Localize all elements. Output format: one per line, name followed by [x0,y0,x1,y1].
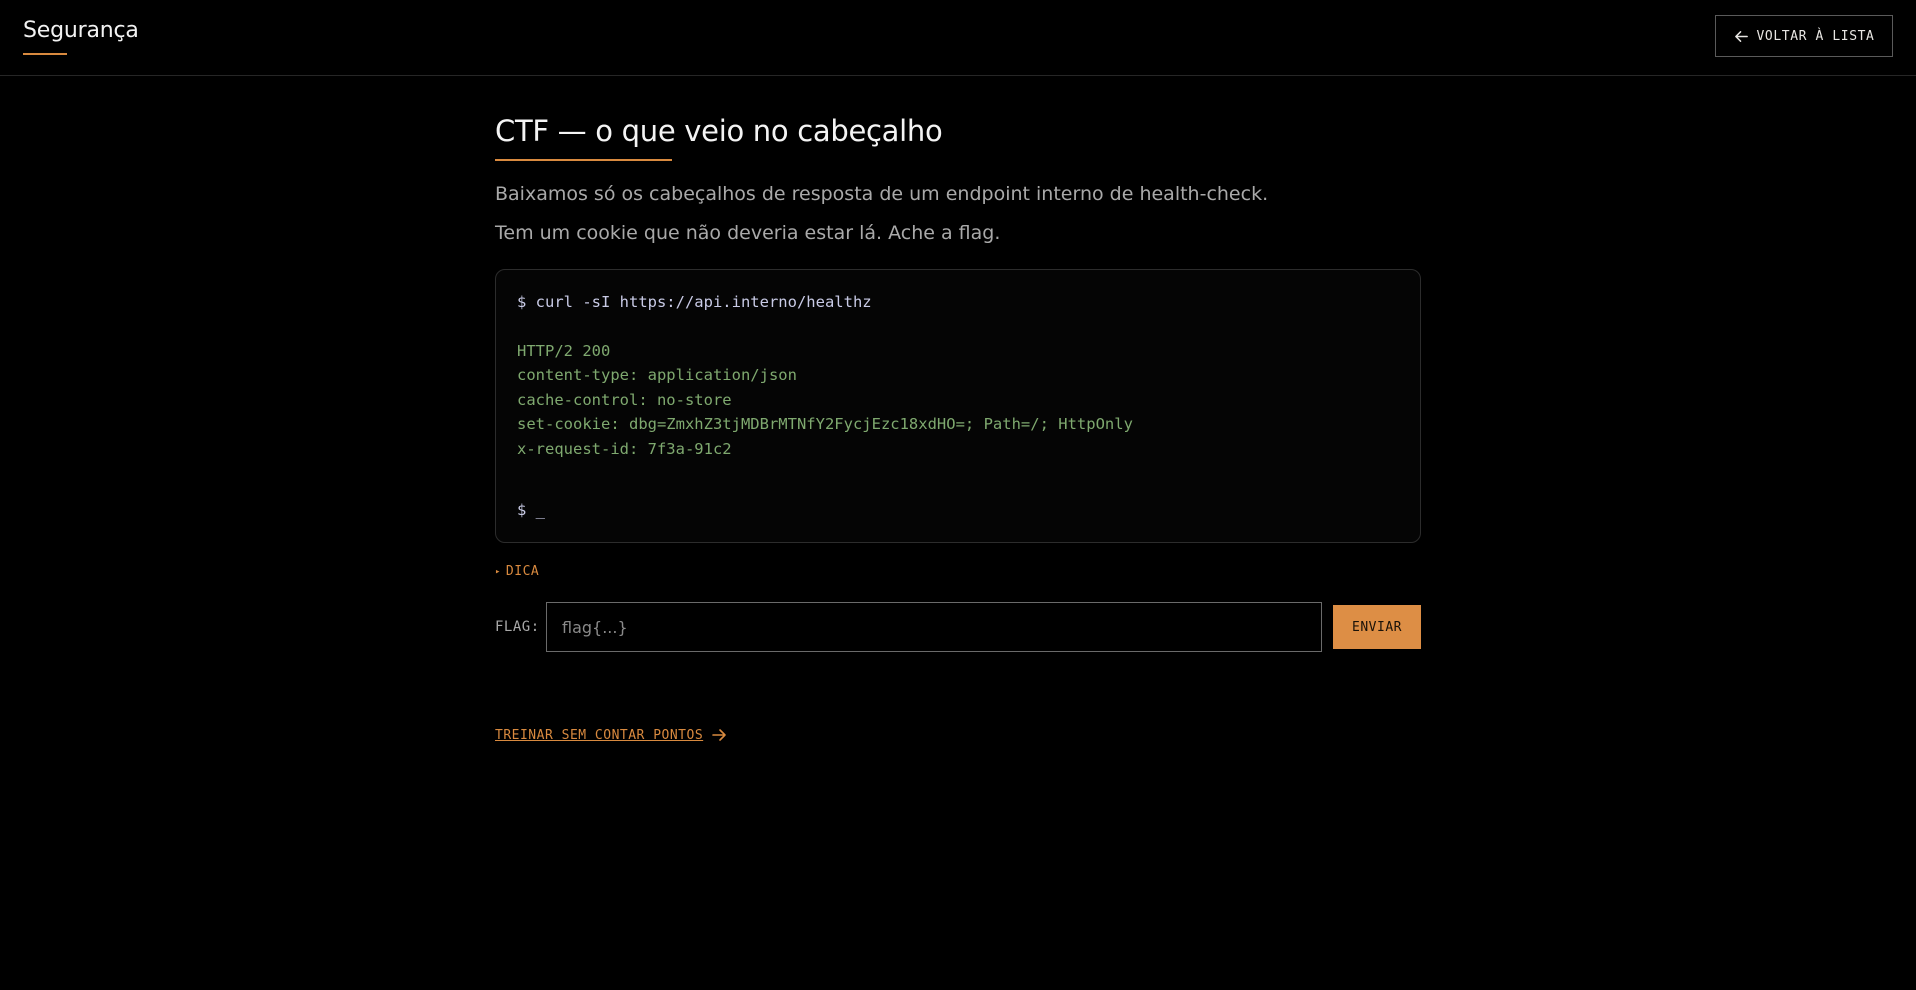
submit-flag-button[interactable]: ENVIAR [1333,605,1421,649]
back-to-list-button[interactable]: VOLTAR À LISTA [1715,15,1893,57]
arrow-right-icon [712,729,726,741]
flag-label: FLAG: [495,619,540,635]
terminal-output-line: content-type: application/json [517,366,797,384]
top-bar: Segurança VOLTAR À LISTA [0,0,1916,76]
terminal-output-line: HTTP/2 200 [517,341,611,360]
hint-label: DICA [505,564,540,579]
terminal-command: $ curl -sI https://api.interno/healthz [517,293,872,311]
flag-input[interactable] [546,602,1322,652]
challenge-description-2: Tem um cookie que não deveria estar lá. … [495,222,1001,244]
practice-link[interactable]: TREINAR SEM CONTAR PONTOS [495,727,727,743]
terminal-output-line: set-cookie: dbg=ZmxhZ3tjMDBrMTNfY2FycjEz… [517,415,1133,433]
title-underline [495,159,672,161]
page-title: CTF — o que veio no cabeçalho [495,114,943,148]
terminal-block: $ curl -sI https://api.interno/healthz H… [495,269,1421,543]
flag-form: FLAG: ENVIAR [495,602,1421,652]
brand-underline [23,53,67,55]
challenge-description-1: Baixamos só os cabeçalhos de resposta de… [495,183,1269,205]
arrow-left-icon [1734,30,1748,42]
challenge-main: CTF — o que veio no cabeçalho Baixamos s… [495,110,1421,743]
practice-link-label: TREINAR SEM CONTAR PONTOS [495,727,704,743]
brand-title: Segurança [23,18,139,43]
back-to-list-label: VOLTAR À LISTA [1756,28,1875,44]
triangle-right-icon: ▸ [495,566,501,577]
terminal-output-line: x-request-id: 7f3a-91c2 [517,439,732,458]
terminal-prompt: $ _ [517,501,545,519]
hint-toggle[interactable]: ▸ DICA [495,564,539,579]
terminal-output-line: cache-control: no-store [517,390,732,409]
